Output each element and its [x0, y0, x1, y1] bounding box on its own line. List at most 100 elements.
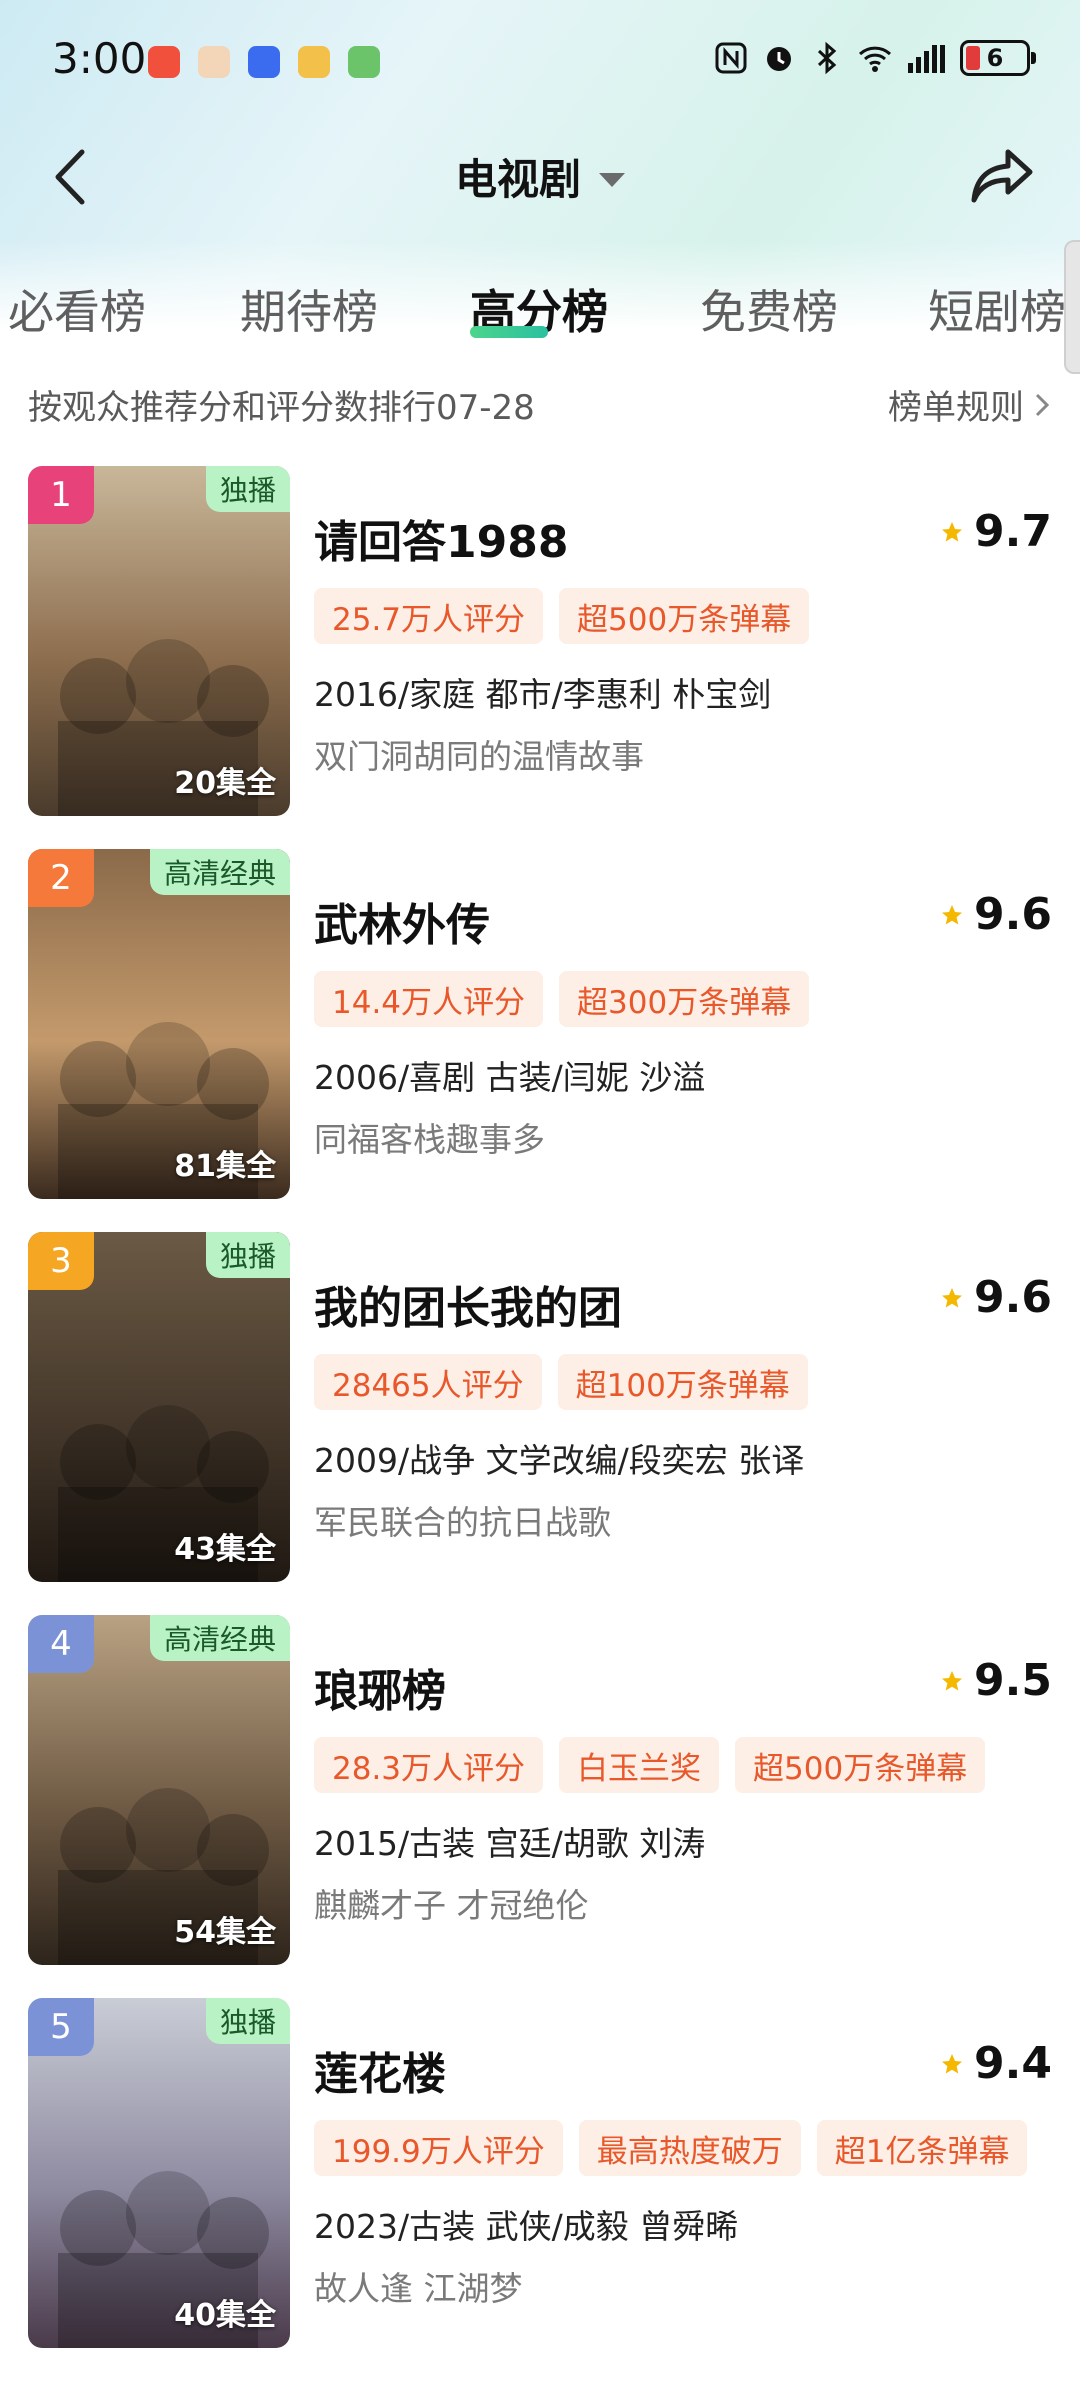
drama-description: 军民联合的抗日战歌: [314, 1503, 611, 1542]
badge-row: 28.3万人评分 白玉兰奖 超500万条弹幕: [314, 1737, 986, 1793]
info-badge: 28465人评分: [314, 1354, 542, 1410]
list-item[interactable]: 5 独播 40集全 莲花楼 9.4 199.9万人评分 最高热度破万 超1亿条弹幕 …: [28, 1998, 1052, 2381]
navigation-bar: 电视剧: [0, 128, 1080, 224]
drama-meta: 2023/古装 武侠/成毅 曾舜晞: [314, 2207, 739, 2246]
info-badge: 超100万条弹幕: [557, 1354, 808, 1410]
tab-anticipated[interactable]: 期待榜: [240, 276, 378, 342]
list-item[interactable]: 3 独播 43集全 我的团长我的团 9.6 28465人评分 超100万条弹幕 2…: [28, 1232, 1052, 1615]
share-icon[interactable]: [964, 140, 1040, 212]
info-badge: 25.7万人评分: [314, 588, 544, 644]
drama-title[interactable]: 琅琊榜: [314, 1655, 446, 1719]
score-value: 9.7: [974, 506, 1052, 557]
dropdown-caret-icon: [599, 172, 625, 187]
active-tab-indicator: [470, 326, 548, 338]
ranking-subheader: 按观众推荐分和评分数排行07-28 榜单规则: [28, 380, 1052, 430]
rules-link[interactable]: 榜单规则: [888, 380, 1052, 429]
poster-image[interactable]: 4 高清经典 54集全: [28, 1615, 290, 1965]
chevron-right-icon: [1035, 393, 1050, 416]
star-icon: [942, 1670, 963, 1690]
poster-tag: 独播: [205, 1998, 290, 2044]
badge-row: 14.4万人评分 超300万条弹幕: [314, 971, 810, 1027]
rating: 9.5: [940, 1655, 1052, 1706]
app-green-icon: [348, 46, 380, 78]
poster-tag: 独播: [205, 1232, 290, 1278]
rating: 9.7: [940, 506, 1052, 557]
poster-tag: 独播: [205, 466, 290, 512]
info-badge: 14.4万人评分: [314, 971, 544, 1027]
drama-meta: 2015/古装 宫廷/胡歌 刘涛: [314, 1824, 706, 1863]
score-value: 9.6: [974, 1272, 1052, 1323]
info-badge: 超500万条弹幕: [559, 588, 810, 644]
list-item[interactable]: 1 独播 20集全 请回答1988 9.7 25.7万人评分 超500万条弹幕 2…: [28, 466, 1052, 849]
rank-badge: 3: [28, 1232, 94, 1290]
drama-list: 1 独播 20集全 请回答1988 9.7 25.7万人评分 超500万条弹幕 2…: [28, 466, 1052, 2381]
poster-image[interactable]: 5 独播 40集全: [28, 1998, 290, 2348]
rank-badge: 1: [28, 466, 94, 524]
info-badge: 超1亿条弹幕: [816, 2120, 1028, 2176]
list-item[interactable]: 4 高清经典 54集全 琅琊榜 9.5 28.3万人评分 白玉兰奖 超500万条弹幕…: [28, 1615, 1052, 1998]
page-title[interactable]: 电视剧: [455, 146, 581, 207]
episode-count: 54集全: [174, 1915, 276, 1950]
star-icon: [942, 521, 963, 541]
info-badge: 最高热度破万: [578, 2120, 801, 2176]
drama-title[interactable]: 武林外传: [314, 889, 490, 953]
score-value: 9.4: [974, 2038, 1052, 2089]
tab-must-watch[interactable]: 必看榜: [8, 276, 146, 342]
star-icon: [942, 904, 963, 924]
rules-link-label: 榜单规则: [888, 388, 1024, 428]
app-avatar-icon: [198, 46, 230, 78]
star-icon: [942, 2053, 963, 2073]
signal-icon: [908, 45, 945, 73]
info-badge: 199.9万人评分: [314, 2120, 563, 2176]
poster-image[interactable]: 3 独播 43集全: [28, 1232, 290, 1582]
rank-badge: 5: [28, 1998, 94, 2056]
edge-panel-handle[interactable]: [1064, 240, 1080, 374]
drama-title[interactable]: 请回答1988: [314, 506, 568, 570]
wifi-icon: [858, 46, 892, 72]
drama-meta: 2016/家庭 都市/李惠利 朴宝剑: [314, 675, 772, 714]
drama-meta: 2009/战争 文学改编/段奕宏 张译: [314, 1441, 805, 1480]
drama-description: 同福客栈趣事多: [314, 1120, 545, 1159]
score-value: 9.6: [974, 889, 1052, 940]
drama-title[interactable]: 莲花楼: [314, 2038, 446, 2102]
info-badge: 超500万条弹幕: [735, 1737, 986, 1793]
episode-count: 20集全: [174, 766, 276, 801]
tab-free[interactable]: 免费榜: [700, 276, 838, 342]
poster-image[interactable]: 2 高清经典 81集全: [28, 849, 290, 1199]
badge-row: 28465人评分 超100万条弹幕: [314, 1354, 808, 1410]
info-badge: 28.3万人评分: [314, 1737, 544, 1793]
rating: 9.4: [940, 2038, 1052, 2089]
poster-tag: 高清经典: [149, 1615, 290, 1661]
app-blue-wave-icon: [248, 46, 280, 78]
notification-icons: [148, 46, 380, 78]
score-value: 9.5: [974, 1655, 1052, 1706]
episode-count: 81集全: [174, 1149, 276, 1184]
ranking-description: 按观众推荐分和评分数排行07-28: [28, 388, 535, 428]
poster-tag: 高清经典: [149, 849, 290, 895]
battery-level: 6: [986, 44, 1004, 72]
poster-image[interactable]: 1 独播 20集全: [28, 466, 290, 816]
bluetooth-icon: [817, 41, 837, 75]
system-icons: 6: [714, 40, 1036, 76]
drama-title[interactable]: 我的团长我的团: [314, 1272, 622, 1336]
drama-description: 双门洞胡同的温情故事: [314, 737, 644, 776]
rank-badge: 4: [28, 1615, 94, 1673]
app-red-icon: [148, 46, 180, 78]
info-badge: 超300万条弹幕: [559, 971, 810, 1027]
nfc-icon: [715, 42, 747, 74]
list-item[interactable]: 2 高清经典 81集全 武林外传 9.6 14.4万人评分 超300万条弹幕 20…: [28, 849, 1052, 1232]
drama-description: 麒麟才子 才冠绝伦: [314, 1886, 589, 1925]
alarm-icon: [767, 47, 791, 71]
rating: 9.6: [940, 889, 1052, 940]
badge-row: 25.7万人评分 超500万条弹幕: [314, 588, 810, 644]
star-icon: [942, 1287, 963, 1307]
tab-short-drama[interactable]: 短剧榜: [928, 276, 1066, 342]
rating: 9.6: [940, 1272, 1052, 1323]
info-badge: 白玉兰奖: [559, 1737, 720, 1793]
drama-meta: 2006/喜剧 古装/闫妮 沙溢: [314, 1058, 706, 1097]
drama-description: 故人逢 江湖梦: [314, 2269, 523, 2308]
badge-row: 199.9万人评分 最高热度破万 超1亿条弹幕: [314, 2120, 1028, 2176]
category-selector[interactable]: 电视剧: [0, 146, 1080, 207]
app-bag-icon: [298, 46, 330, 78]
battery-icon: 6: [960, 40, 1036, 76]
